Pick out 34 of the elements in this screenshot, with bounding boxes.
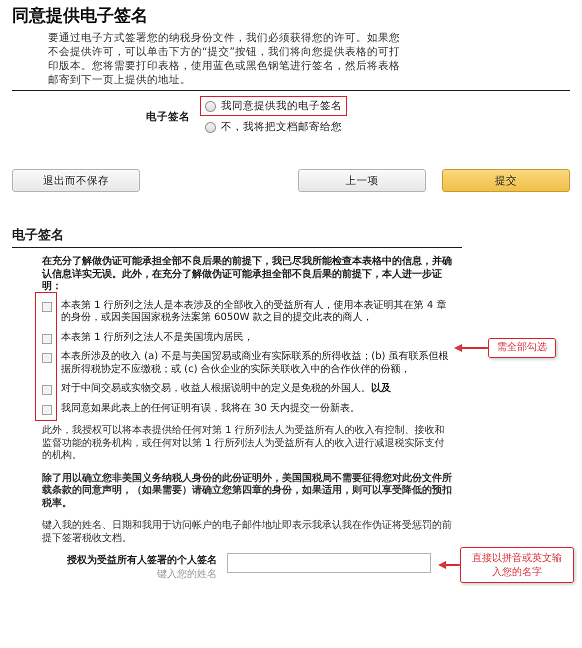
- notice-text: 除了用以确立您非美国义务纳税人身份的此份证明外，美国国税局不需要征得您对此份文件所载条款的同意声明，（如果需要）请确立您第四章的身份，如果适用，则可以享受降低的预扣税率。: [42, 472, 452, 510]
- arrow-icon: [454, 342, 488, 353]
- agreement-text: 键入我的姓名、日期和我用于访问帐户的电子邮件地址即表示我承认我在作伪证将受惩罚的前提下签署税收文档。: [42, 520, 452, 545]
- arrow-icon: [438, 560, 460, 570]
- checkbox[interactable]: [42, 334, 52, 344]
- page-title: 同意提供电子签名: [12, 5, 149, 27]
- checkbox[interactable]: [42, 353, 52, 363]
- intro-text: 要通过电子方式签署您的纳税身份文件，我们必须获得您的许可。如果您不会提供许可，可以单击下方的“提交”按钮，我们将向您提供表格的可打印版本。您将需要打印表格，使用蓝色或黑色钢笔进行签名，然后将表格邮寄到下一页上提供的地址。: [48, 31, 401, 87]
- authorization-text: 此外，我授权可以将本表提供给任何对第 1 行所列法人为受益所有人的收入有控制、接收和监督功能的税务机构，或任何对以第 1 行所列法人为受益所有人的收入进行减退税实际支付的机构。: [42, 425, 446, 462]
- callout-note: 需全部勾选: [488, 338, 556, 358]
- field-label: 授权为受益所有人签署的个人签名: [67, 554, 217, 567]
- signature-field[interactable]: [227, 553, 431, 573]
- consent-label: 电子签名: [145, 110, 190, 124]
- certification-item: 本表第 1 行所列之法人不是美国境内居民，: [61, 332, 254, 344]
- radio-button[interactable]: [205, 122, 216, 132]
- radio-button[interactable]: [205, 100, 216, 112]
- certification-item: 对于中间交易或实物交易，收益人根据说明中的定义是免税的外国人。以及: [61, 383, 391, 396]
- action-button[interactable]: 上一项: [298, 169, 426, 192]
- checkbox[interactable]: [42, 385, 52, 395]
- action-button[interactable]: 退出而不保存: [12, 169, 140, 192]
- certification-text: 在充分了解做伪证可能承担全部不良后果的前提下，我已尽我所能检查本表格中的信息，并确认信息详实无误。此外，在充分了解做伪证可能承担全部不良后果的前提下，本人进一步证明：: [42, 256, 452, 294]
- checkbox[interactable]: [42, 302, 52, 312]
- section-heading: 电子签名: [12, 226, 462, 248]
- radio-option[interactable]: 不，我将把文档邮寄给您: [200, 117, 347, 137]
- certification-item: 本表第 1 行所列之法人是本表涉及的全部收入的受益所有人，使用本表证明其在第 4 章的身份，或因美国国家税务法案第 6050W 款之目的提交此表的商人，: [61, 300, 448, 324]
- radio-label: 不，我将把文档邮寄给您: [221, 120, 342, 134]
- certification-item: 本表所涉及的收入 (a) 不是与美国贸易或商业有实际联系的所得收益；(b) 虽有联系但根据所得税协定不应缴税；或 (c) 合伙企业的实际关联收入中的合作伙伴的份额，: [61, 351, 450, 376]
- field-hint: 键入您的姓名: [157, 568, 217, 581]
- radio-label: 我同意提供我的电子签名: [221, 99, 342, 113]
- submit-button[interactable]: 提交: [442, 169, 570, 192]
- certification-item: 我同意如果此表上的任何证明有误，我将在 30 天内提交一份新表。: [61, 402, 360, 415]
- checkbox[interactable]: [42, 404, 52, 414]
- callout-note: 直接以拼音或英文输入您的名字: [460, 547, 574, 583]
- radio-option[interactable]: 我同意提供我的电子签名: [200, 96, 347, 116]
